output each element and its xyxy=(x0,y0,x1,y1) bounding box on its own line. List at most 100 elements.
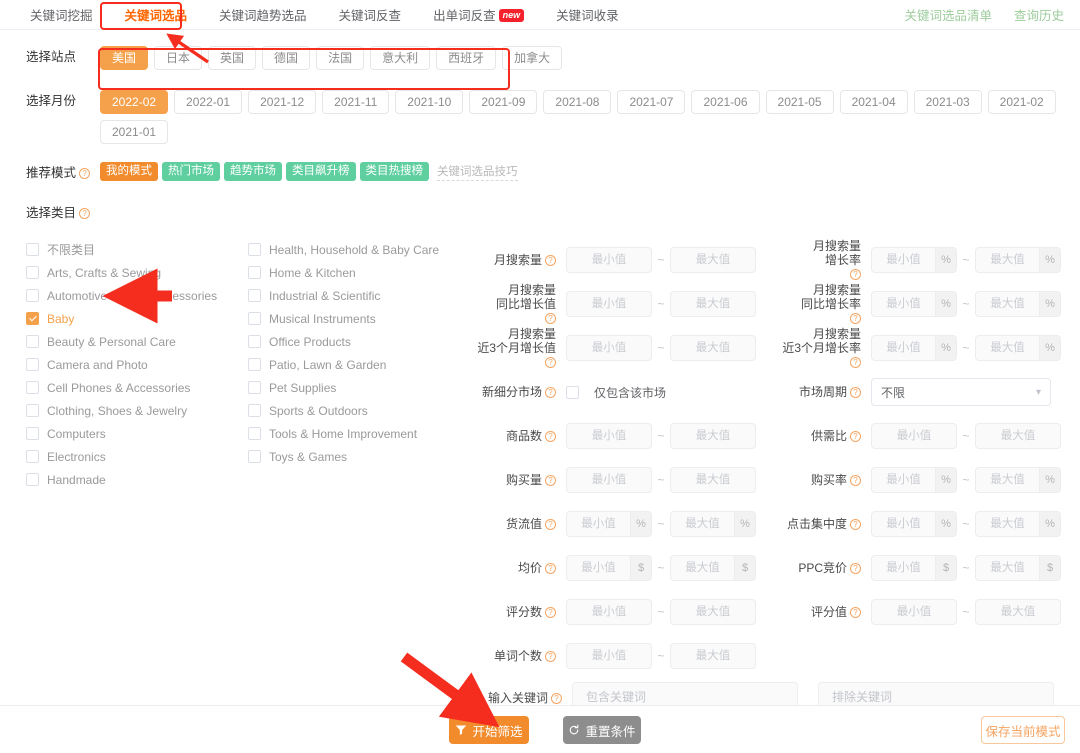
category-checkbox[interactable] xyxy=(26,404,39,417)
help-icon[interactable]: ? xyxy=(850,519,861,530)
help-icon[interactable]: ? xyxy=(545,431,556,442)
help-icon[interactable]: ? xyxy=(79,168,90,179)
filter-max-input[interactable] xyxy=(976,468,1039,492)
link-query-history[interactable]: 查询历史 xyxy=(1014,5,1064,24)
category-item-Patio, Lawn & Garden[interactable]: Patio, Lawn & Garden xyxy=(248,353,470,376)
filter-min-field[interactable]: % xyxy=(871,335,957,361)
filter-min-input[interactable] xyxy=(872,600,956,624)
filter-max-field[interactable] xyxy=(670,423,756,449)
mode-chip-我的模式[interactable]: 我的模式 xyxy=(100,162,158,181)
help-icon[interactable]: ? xyxy=(850,475,861,486)
filter-min-field[interactable] xyxy=(566,599,652,625)
filter-min-input[interactable] xyxy=(567,468,651,492)
filter-min-field[interactable]: % xyxy=(871,467,957,493)
category-item-Home & Kitchen[interactable]: Home & Kitchen xyxy=(248,261,470,284)
tab-keyword-selection[interactable]: 关键词选品 xyxy=(109,1,204,28)
filter-max-input[interactable] xyxy=(976,424,1060,448)
help-icon[interactable]: ? xyxy=(545,563,556,574)
filter-min-field[interactable] xyxy=(566,467,652,493)
help-icon[interactable]: ? xyxy=(850,269,861,280)
category-item-Beauty & Personal Care[interactable]: Beauty & Personal Care xyxy=(26,330,248,353)
filter-max-field[interactable] xyxy=(975,599,1061,625)
category-checkbox[interactable] xyxy=(248,335,261,348)
category-item-Baby[interactable]: Baby xyxy=(26,307,248,330)
filter-max-input[interactable] xyxy=(671,644,755,668)
filter-max-input[interactable] xyxy=(976,336,1039,360)
category-checkbox[interactable] xyxy=(248,312,261,325)
filter-min-input[interactable] xyxy=(567,600,651,624)
filter-max-field[interactable]: % xyxy=(975,511,1061,537)
filter-min-input[interactable] xyxy=(567,336,651,360)
filter-min-field[interactable] xyxy=(871,423,957,449)
filter-max-input[interactable] xyxy=(671,512,734,536)
filter-min-field[interactable]: % xyxy=(871,291,957,317)
category-checkbox[interactable] xyxy=(248,243,261,256)
filter-min-field[interactable]: $ xyxy=(566,555,652,581)
month-chip-2021-07[interactable]: 2021-07 xyxy=(617,90,685,114)
filter-min-input[interactable] xyxy=(567,644,651,668)
new-segment-checkbox[interactable] xyxy=(566,386,579,399)
filter-min-input[interactable] xyxy=(567,292,651,316)
site-chip-英国[interactable]: 英国 xyxy=(208,46,256,70)
exclude-keyword-input[interactable] xyxy=(830,689,1042,705)
filter-max-input[interactable] xyxy=(976,248,1039,272)
tab-keyword-trend-selection[interactable]: 关键词趋势选品 xyxy=(203,1,323,28)
filter-min-input[interactable] xyxy=(872,424,956,448)
filter-min-field[interactable] xyxy=(566,335,652,361)
category-item-Health, Household & Baby Care[interactable]: Health, Household & Baby Care xyxy=(248,238,470,261)
help-icon[interactable]: ? xyxy=(545,607,556,618)
category-item-Industrial & Scientific[interactable]: Industrial & Scientific xyxy=(248,284,470,307)
category-checkbox[interactable] xyxy=(248,450,261,463)
category-checkbox[interactable] xyxy=(26,381,39,394)
filter-max-field[interactable] xyxy=(670,467,756,493)
category-checkbox[interactable] xyxy=(26,427,39,440)
category-item-Handmade[interactable]: Handmade xyxy=(26,468,248,491)
mode-chip-类目飙升榜[interactable]: 类目飙升榜 xyxy=(286,162,356,181)
category-checkbox[interactable] xyxy=(248,404,261,417)
category-item-不限类目[interactable]: 不限类目 xyxy=(26,238,248,261)
month-chip-2021-01[interactable]: 2021-01 xyxy=(100,120,168,144)
month-chip-2021-06[interactable]: 2021-06 xyxy=(691,90,759,114)
help-icon[interactable]: ? xyxy=(850,313,861,324)
filter-min-input[interactable] xyxy=(567,556,630,580)
help-icon[interactable]: ? xyxy=(79,208,90,219)
filter-max-field[interactable] xyxy=(670,599,756,625)
filter-max-field[interactable] xyxy=(670,643,756,669)
help-icon[interactable]: ? xyxy=(545,255,556,266)
mode-chip-类目热搜榜[interactable]: 类目热搜榜 xyxy=(360,162,430,181)
category-checkbox[interactable] xyxy=(26,335,39,348)
filter-min-field[interactable] xyxy=(566,291,652,317)
category-item-Tools & Home Improvement[interactable]: Tools & Home Improvement xyxy=(248,422,470,445)
site-chip-加拿大[interactable]: 加拿大 xyxy=(502,46,562,70)
filter-max-field[interactable]: % xyxy=(975,335,1061,361)
filter-max-input[interactable] xyxy=(976,512,1039,536)
month-chip-2021-08[interactable]: 2021-08 xyxy=(543,90,611,114)
category-item-Sports & Outdoors[interactable]: Sports & Outdoors xyxy=(248,399,470,422)
month-chip-2021-05[interactable]: 2021-05 xyxy=(766,90,834,114)
filter-min-field[interactable]: % xyxy=(566,511,652,537)
tab-keyword-indexing[interactable]: 关键词收录 xyxy=(540,1,635,28)
help-icon[interactable]: ? xyxy=(545,387,556,398)
filter-max-field[interactable]: $ xyxy=(975,555,1061,581)
help-icon[interactable]: ? xyxy=(850,563,861,574)
filter-min-input[interactable] xyxy=(567,248,651,272)
mode-chip-趋势市场[interactable]: 趋势市场 xyxy=(224,162,282,181)
start-filter-button[interactable]: 开始筛选 xyxy=(449,716,529,744)
filter-min-input[interactable] xyxy=(872,336,935,360)
category-checkbox[interactable] xyxy=(248,266,261,279)
tab-order-word-reverse-lookup[interactable]: 出单词反查new xyxy=(417,1,540,28)
month-chip-2021-02[interactable]: 2021-02 xyxy=(988,90,1056,114)
category-checkbox[interactable] xyxy=(26,289,39,302)
reset-conditions-button[interactable]: 重置条件 xyxy=(563,716,641,744)
site-chip-意大利[interactable]: 意大利 xyxy=(370,46,430,70)
filter-min-input[interactable] xyxy=(872,556,935,580)
help-icon[interactable]: ? xyxy=(545,651,556,662)
category-item-Camera and Photo[interactable]: Camera and Photo xyxy=(26,353,248,376)
month-chip-2021-03[interactable]: 2021-03 xyxy=(914,90,982,114)
help-icon[interactable]: ? xyxy=(545,475,556,486)
help-icon[interactable]: ? xyxy=(850,431,861,442)
category-checkbox[interactable] xyxy=(26,266,39,279)
filter-max-input[interactable] xyxy=(671,600,755,624)
filter-max-input[interactable] xyxy=(976,600,1060,624)
category-item-Pet Supplies[interactable]: Pet Supplies xyxy=(248,376,470,399)
